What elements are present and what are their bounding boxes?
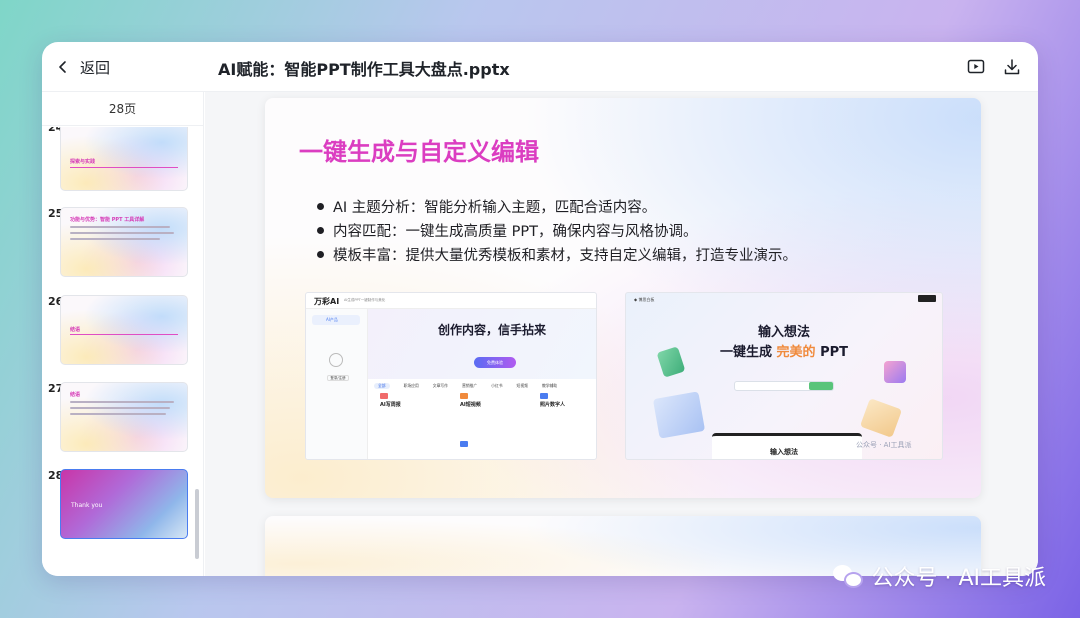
shot-header: 万彩AI AI生成PPT一键制作与美化 (306, 293, 596, 309)
thumbnail-list[interactable]: 24 探索与实践 25 功能与优势：智能 PPT 工具详解 26 结语 27 结… (42, 127, 204, 576)
thumbnail-slide-24[interactable]: 探索与实践 (60, 127, 188, 191)
thumbnail-title: 结语 (70, 392, 81, 398)
shot-logo: ◆ 博思白板 (634, 297, 655, 302)
shot-hero: 创作内容，信手拈来 免费体验 (368, 309, 596, 379)
bullet-text: 内容匹配：一键生成高质量 PPT，确保内容与风格协调。 (333, 223, 698, 240)
sidebar-scrollbar[interactable] (195, 489, 199, 559)
thumbnail-slide-25[interactable]: 功能与优势：智能 PPT 工具详解 (60, 207, 188, 277)
screenshot-wancai: 万彩AI AI生成PPT一键制作与美化 AI产品 登录/注册 创作内容，信手拈来… (305, 292, 597, 460)
wechat-watermark: 公众号 · AI工具派 (833, 560, 1046, 592)
thumbnail-item[interactable]: 25 功能与优势：智能 PPT 工具详解 (42, 207, 204, 283)
decorative-3d-shape (884, 361, 906, 383)
play-slideshow-icon (967, 59, 985, 74)
thumbnail-title: Thank you (71, 502, 103, 509)
card-icon (460, 393, 468, 399)
card-icon (460, 441, 468, 447)
page-count: 28页 (42, 92, 203, 126)
top-bar: 返回 AI赋能：智能PPT制作工具大盘点.pptx (42, 42, 1038, 92)
shot-nav-button (918, 295, 936, 302)
thumbnail-text-line (70, 226, 170, 228)
bullet-item: 内容匹配：一键生成高质量 PPT，确保内容与风格协调。 (317, 218, 797, 242)
inner-watermark: 公众号 · AI工具派 (856, 441, 912, 449)
shot-card: AI短视频 (460, 402, 481, 408)
shot-subtitle: AI生成PPT一键制作与美化 (344, 298, 386, 302)
shot-headline: 输入想法 (757, 325, 810, 340)
document-title: AI赋能：智能PPT制作工具大盘点.pptx (218, 60, 510, 79)
headline-accent: 完美的 (776, 345, 816, 360)
thumbnail-title: 探索与实践 (70, 159, 96, 165)
bullet-item: AI 主题分析：智能分析输入主题，匹配合适内容。 (317, 194, 797, 218)
thumbnail-slide-27[interactable]: 结语 (60, 382, 188, 452)
screenshot-boardmix: ◆ 博思白板 输入想法 一键生成 完美的 PPT 输入想法 公众号 · AI工具… (625, 292, 943, 460)
thumbnail-slide-28[interactable]: Thank you (60, 469, 188, 539)
thumbnail-text-line (70, 238, 160, 240)
decorative-3d-shape (652, 391, 706, 439)
headline-suffix: PPT (815, 345, 848, 360)
slide-canvas[interactable]: 一键生成与自定义编辑 AI 主题分析：智能分析输入主题，匹配合适内容。 内容匹配… (205, 92, 1038, 576)
thumbnail-sidebar: 28页 24 探索与实践 25 功能与优势：智能 PPT 工具详解 26 结语 … (42, 92, 204, 576)
shot-input (734, 381, 834, 391)
thumbnail-text-line (70, 413, 166, 415)
thumbnail-title: 结语 (70, 327, 81, 333)
thumbnail-text-line (70, 232, 174, 234)
shot-tab: 职场应用 (403, 383, 419, 388)
bullet-dot (317, 250, 324, 258)
shot-login: 登录/注册 (327, 375, 349, 381)
thumbnail-text-line (70, 407, 170, 409)
shot-button: 免费体验 (474, 357, 516, 368)
shot-card: 照片数字人 (540, 402, 566, 408)
bullet-text: 模板丰富：提供大量优秀模板和素材，支持自定义编辑，打造专业演示。 (333, 247, 797, 264)
chevron-left-icon (59, 61, 66, 73)
shot-headline: 创作内容，信手拈来 (438, 323, 547, 337)
shot-tab: 教学辅助 (541, 383, 558, 388)
back-label: 返回 (80, 58, 111, 77)
download-button[interactable] (1002, 57, 1022, 77)
shot-tabs: 全部 职场应用 文章写作 营销推广 小红书 短视频 教学辅助 (374, 383, 557, 389)
thumbnail-item[interactable]: 27 结语 (42, 382, 204, 458)
thumbnail-item[interactable]: 24 探索与实践 (42, 127, 204, 197)
download-icon (1004, 59, 1020, 75)
shot-sidebar: AI产品 登录/注册 (306, 309, 368, 459)
thumbnail-text-line (70, 401, 174, 403)
back-button[interactable]: 返回 (56, 56, 110, 78)
wechat-icon (833, 563, 864, 589)
bullet-dot (317, 202, 324, 210)
shot-logo: 万彩AI (314, 297, 340, 306)
bullet-list: AI 主题分析：智能分析输入主题，匹配合适内容。 内容匹配：一键生成高质量 PP… (317, 194, 797, 266)
avatar-icon (329, 353, 343, 367)
shot-side-item: AI产品 (312, 315, 360, 325)
card-icon (380, 393, 388, 399)
thumbnail-slide-26[interactable]: 结语 (60, 295, 188, 365)
shot-tab: 短视频 (516, 383, 528, 388)
thumbnail-item[interactable]: 26 结语 (42, 295, 204, 371)
shot-tab: 文章写作 (432, 383, 448, 388)
shot-tab: 小红书 (491, 383, 503, 388)
thumbnail-item[interactable]: 28 Thank you (42, 469, 204, 545)
wechat-bubble-right (844, 572, 864, 588)
watermark-text: 公众号 · AI工具派 (871, 566, 1046, 591)
decorative-3d-shape (859, 398, 903, 438)
current-slide: 一键生成与自定义编辑 AI 主题分析：智能分析输入主题，匹配合适内容。 内容匹配… (265, 98, 981, 498)
thumbnail-underline (70, 334, 178, 335)
viewer-window: 返回 AI赋能：智能PPT制作工具大盘点.pptx 28页 24 探索与实践 2… (42, 42, 1038, 576)
headline-prefix: 一键生成 (720, 345, 777, 360)
present-button[interactable] (966, 57, 986, 77)
shot-tab: 全部 (374, 383, 390, 389)
shot-go-button (809, 382, 833, 390)
thumbnail-title: 功能与优势：智能 PPT 工具详解 (70, 217, 145, 223)
bullet-text: AI 主题分析：智能分析输入主题，匹配合适内容。 (333, 199, 657, 216)
bullet-item: 模板丰富：提供大量优秀模板和素材，支持自定义编辑，打造专业演示。 (317, 242, 797, 266)
bullet-dot (317, 226, 324, 234)
shot-tab: 营销推广 (461, 383, 478, 388)
card-icon (540, 393, 548, 399)
thumbnail-underline (70, 167, 178, 168)
slide-title: 一键生成与自定义编辑 (299, 138, 539, 166)
shot-card: AI写周报 (380, 402, 401, 408)
